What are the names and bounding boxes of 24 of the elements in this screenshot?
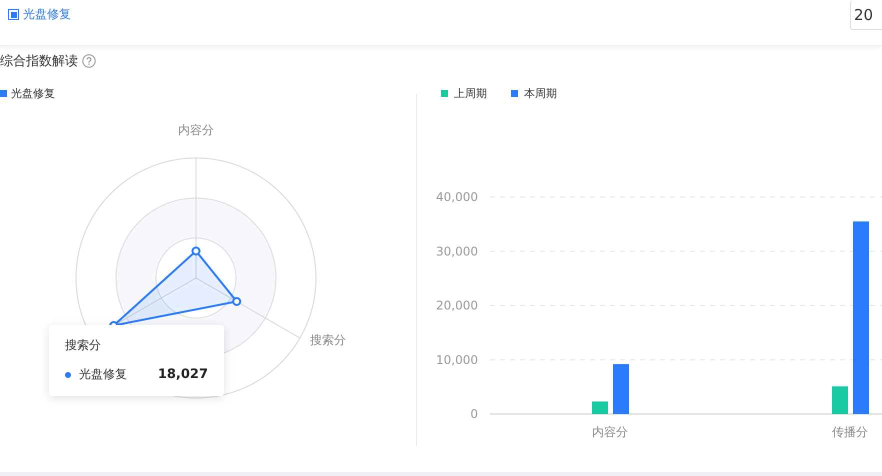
axis-tick-label: 0: [470, 407, 478, 421]
bar[interactable]: [832, 386, 848, 414]
help-icon[interactable]: [82, 54, 96, 68]
axis-tick-label: 10,000: [436, 352, 478, 367]
axis-label: 搜索分: [310, 333, 346, 347]
bar[interactable]: [613, 364, 629, 414]
axis-tick-label: 30,000: [436, 244, 478, 258]
axis-label: 传播分: [832, 425, 868, 439]
date-field[interactable]: 20: [850, 0, 882, 30]
series-name: 光盘修复: [79, 366, 127, 383]
bar[interactable]: [592, 402, 608, 414]
tooltip-title: 搜索分: [65, 337, 102, 354]
axis-tick-label: 20,000: [436, 298, 478, 312]
legend-item[interactable]: 本周期: [511, 86, 557, 100]
bar[interactable]: [853, 221, 869, 414]
filter-checkbox[interactable]: 光盘修复: [8, 6, 71, 23]
tooltip-value: 18,027: [158, 367, 208, 382]
axis-tick-label: 40,000: [436, 190, 478, 204]
legend-item[interactable]: 上周期: [441, 86, 487, 100]
section-title: 综合指数解读: [0, 53, 78, 70]
legend-item[interactable]: 光盘修复: [0, 86, 55, 101]
series-dot: [65, 372, 71, 378]
axis-label: 内容分: [592, 425, 628, 439]
axis-label: 内容分: [178, 123, 214, 137]
